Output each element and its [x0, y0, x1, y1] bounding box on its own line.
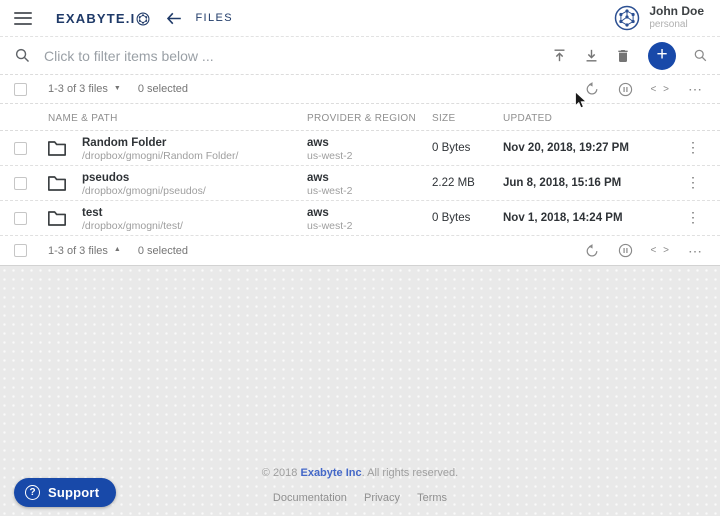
page-title: FILES [195, 12, 234, 24]
pause-icon[interactable] [617, 242, 634, 259]
user-menu[interactable]: John Doe personal [614, 5, 706, 31]
region: us-west-2 [307, 220, 353, 233]
pause-icon[interactable] [617, 81, 634, 98]
user-account-type: personal [649, 19, 688, 31]
chevron-up-icon[interactable]: ▲ [114, 246, 121, 253]
row-menu-icon[interactable]: ⋮ [686, 139, 700, 156]
column-size[interactable]: SIZE [432, 113, 455, 124]
more-horizontal-icon[interactable]: ⋯ [688, 244, 702, 258]
filter-actions: + [551, 41, 708, 70]
file-path: /dropbox/gmogni/Random Folder/ [82, 150, 239, 163]
toolbar-search-icon[interactable] [693, 48, 708, 63]
file-name: pseudos [82, 172, 130, 184]
column-updated[interactable]: UPDATED [503, 113, 552, 124]
provider-cell: aws us-west-2 [307, 206, 353, 234]
region: us-west-2 [307, 150, 353, 163]
file-name-cell: test /dropbox/gmogni/test/ [82, 206, 183, 234]
provider-cell: aws us-west-2 [307, 136, 353, 164]
row-menu-icon[interactable]: ⋮ [686, 209, 700, 226]
column-name-path[interactable]: NAME & PATH [48, 113, 118, 124]
list-actions: < > ⋯ [584, 81, 702, 98]
search-icon [15, 48, 30, 63]
folder-icon [48, 176, 66, 191]
toolbar-top: 1-3 of 3 files ▼ 0 selected < > ⋯ [0, 75, 720, 104]
user-info: John Doe personal [649, 4, 706, 31]
logo[interactable]: EXABYTE.I [56, 11, 150, 26]
copyright: © 2018 Exabyte Inc. All rights reserved. [0, 467, 720, 479]
back-arrow-icon[interactable] [166, 12, 182, 25]
select-all-checkbox[interactable] [14, 244, 27, 257]
filter-input[interactable] [44, 47, 551, 64]
app-window: EXABYTE.I FILES John Doe personal Click … [0, 0, 720, 516]
support-button[interactable]: ? Support [14, 478, 117, 507]
copyright-suffix: . All rights reserved. [361, 467, 459, 479]
file-path: /dropbox/gmogni/pseudos/ [82, 185, 206, 198]
code-icon[interactable]: < > [651, 84, 671, 95]
support-label: Support [48, 485, 100, 500]
trash-icon[interactable] [615, 48, 631, 64]
table-row[interactable]: Random Folder /dropbox/gmogni/Random Fol… [0, 131, 720, 166]
row-checkbox[interactable] [14, 212, 27, 225]
footer-link-terms[interactable]: Terms [417, 492, 447, 504]
company-link[interactable]: Exabyte Inc [300, 467, 361, 479]
download-icon[interactable] [583, 47, 600, 64]
logo-text: EXABYTE.I [56, 10, 136, 26]
file-size: 2.22 MB [432, 177, 475, 189]
pagination-range[interactable]: 1-3 of 3 files [48, 245, 108, 257]
table-row[interactable]: test /dropbox/gmogni/test/ aws us-west-2… [0, 201, 720, 236]
logo-molecule-icon [136, 12, 150, 25]
file-name: Random Folder [82, 137, 167, 149]
toolbar-bottom: 1-3 of 3 files ▲ 0 selected < > ⋯ [0, 236, 720, 266]
file-updated: Nov 1, 2018, 14:24 PM [503, 212, 623, 224]
file-name-cell: Random Folder /dropbox/gmogni/Random Fol… [82, 136, 238, 164]
content-background: © 2018 Exabyte Inc. All rights reserved.… [0, 266, 720, 516]
file-updated: Jun 8, 2018, 15:16 PM [503, 177, 622, 189]
row-checkbox[interactable] [14, 177, 27, 190]
selected-count: 0 selected [137, 83, 189, 95]
file-updated: Nov 20, 2018, 19:27 PM [503, 142, 629, 154]
file-name-cell: pseudos /dropbox/gmogni/pseudos/ [82, 171, 206, 199]
app-header: EXABYTE.I FILES John Doe personal [0, 0, 720, 37]
folder-icon [48, 141, 66, 156]
file-name: test [82, 207, 103, 219]
copyright-prefix: © 2018 [261, 467, 301, 479]
select-all-checkbox[interactable] [14, 82, 27, 96]
footer-link-documentation[interactable]: Documentation [273, 492, 347, 504]
avatar [615, 5, 640, 31]
chevron-down-icon[interactable]: ▼ [114, 85, 121, 92]
list-actions: < > ⋯ [584, 242, 702, 259]
filter-bar: + [0, 37, 720, 75]
folder-icon [48, 211, 66, 226]
table-header: NAME & PATH PROVIDER & REGION SIZE UPDAT… [0, 104, 720, 131]
footer-link-privacy[interactable]: Privacy [364, 492, 400, 504]
pagination-range[interactable]: 1-3 of 3 files [48, 83, 108, 95]
selected-count: 0 selected [137, 244, 189, 257]
provider: aws [307, 137, 329, 149]
row-checkbox[interactable] [14, 142, 27, 155]
region: us-west-2 [307, 185, 353, 198]
help-icon: ? [25, 485, 40, 500]
row-menu-icon[interactable]: ⋮ [686, 174, 700, 191]
provider-cell: aws us-west-2 [307, 171, 353, 199]
table-row[interactable]: pseudos /dropbox/gmogni/pseudos/ aws us-… [0, 166, 720, 201]
more-horizontal-icon[interactable]: ⋯ [688, 82, 702, 96]
add-button[interactable]: + [648, 41, 676, 70]
menu-icon[interactable] [14, 11, 32, 25]
file-size: 0 Bytes [432, 212, 471, 224]
provider: aws [307, 207, 329, 219]
provider: aws [307, 172, 329, 184]
file-path: /dropbox/gmogni/test/ [82, 220, 183, 233]
code-icon[interactable]: < > [651, 245, 671, 256]
user-name: John Doe [649, 4, 704, 19]
column-provider-region[interactable]: PROVIDER & REGION [307, 113, 416, 124]
file-size: 0 Bytes [432, 142, 471, 154]
plus-icon: + [656, 44, 668, 65]
refresh-icon[interactable] [584, 243, 600, 259]
upload-icon[interactable] [551, 47, 568, 64]
refresh-icon[interactable] [584, 81, 600, 97]
